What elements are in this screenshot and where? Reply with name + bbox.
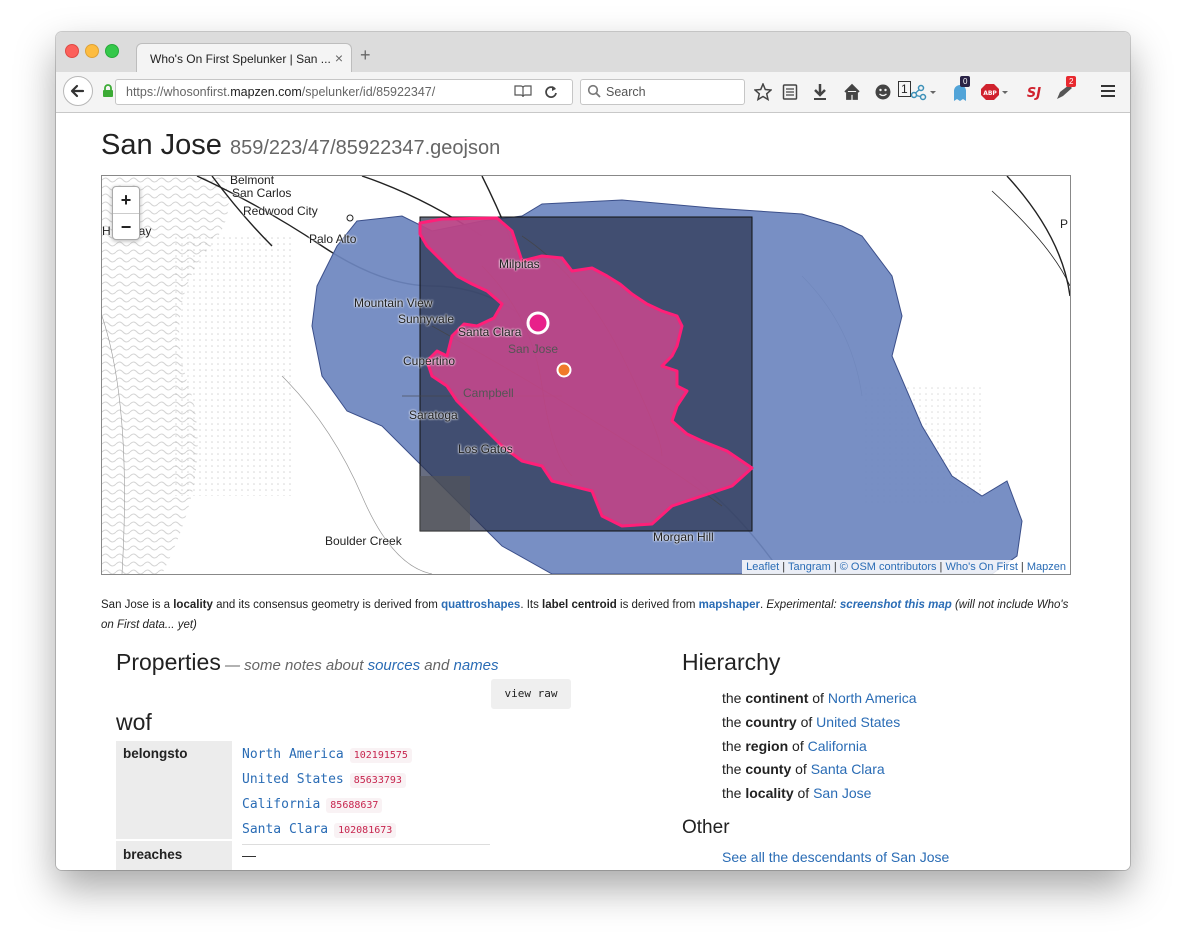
hierarchy-item: the locality of San Jose (722, 785, 872, 801)
close-tab-icon[interactable]: × (335, 50, 343, 66)
belongsto-item: United States 85633793 (242, 772, 406, 788)
map-canvas[interactable] (102, 176, 1070, 574)
wof-heading: wof (116, 709, 152, 735)
search-bar[interactable]: Search (580, 79, 745, 105)
hierarchy-link[interactable]: San Jose (813, 785, 871, 801)
map-label-santa-clara: Santa Clara (458, 325, 522, 339)
network-extension-icon[interactable] (909, 83, 939, 101)
label-centroid-marker[interactable] (556, 362, 572, 378)
geom-centroid-marker[interactable] (526, 311, 550, 335)
minimize-window-button[interactable] (85, 44, 99, 58)
map-view[interactable]: Belmont San Carlos Redwood City H on Bay… (101, 175, 1071, 575)
tab-title: Who's On First Spelunker | San ... (150, 52, 331, 66)
map-label-sunnyvale: Sunnyvale (398, 312, 455, 326)
close-window-button[interactable] (65, 44, 79, 58)
downloads-icon[interactable] (812, 83, 828, 101)
reader-view-icon[interactable] (514, 84, 532, 98)
screenshot-map-link[interactable]: screenshot this map (840, 599, 952, 611)
tangram-link[interactable]: Tangram (788, 561, 831, 573)
hierarchy-link[interactable]: United States (816, 714, 900, 730)
map-label-campbell: Campbell (463, 386, 514, 400)
hierarchy-item: the continent of North America (722, 690, 917, 706)
svg-text:ABP: ABP (983, 90, 997, 97)
belongsto-item: California 85688637 (242, 797, 383, 813)
ublock-badge: 0 (960, 76, 971, 87)
map-attribution: Leaflet | Tangram | © OSM contributors |… (742, 560, 1070, 574)
svg-text:SJ: SJ (1027, 86, 1041, 101)
lock-icon (103, 84, 113, 97)
hierarchy-link[interactable]: North America (828, 690, 917, 706)
hierarchy-item: the region of California (722, 738, 867, 754)
sj-extension-icon[interactable]: SJ (1025, 83, 1043, 101)
navigation-toolbar: https://whosonfirst.mapzen.com/spelunker… (56, 72, 1130, 113)
map-label-saratoga: Saratoga (409, 408, 458, 422)
search-placeholder: Search (606, 85, 646, 99)
prop-key-breaches: breaches (116, 841, 232, 870)
map-label-milpitas: Milpitas (499, 257, 540, 271)
emoji-extension-icon[interactable] (874, 83, 892, 101)
hierarchy-link[interactable]: Santa Clara (811, 761, 885, 777)
descendants-link[interactable]: See all the descendants of San Jose (722, 849, 949, 865)
tab-active[interactable]: Who's On First Spelunker | San ... × (136, 43, 352, 73)
map-label-los-gatos: Los Gatos (458, 442, 513, 456)
back-button[interactable] (63, 76, 93, 106)
names-link[interactable]: names (453, 657, 498, 674)
page-content: San Jose 859/223/47/85922347.geojson Bel… (56, 113, 1130, 870)
map-label-morgan-hill: Morgan Hill (653, 530, 714, 544)
map-label-mountain-view: Mountain View (354, 296, 433, 310)
zoom-control: + − (112, 186, 140, 240)
new-tab-icon[interactable]: + (360, 46, 371, 64)
other-heading: Other (682, 817, 730, 838)
hierarchy-heading: Hierarchy (682, 649, 781, 675)
browser-window: Who's On First Spelunker | San ... × + h… (56, 32, 1130, 870)
zoom-out-button[interactable]: − (113, 214, 139, 240)
bookmark-star-icon[interactable] (754, 83, 772, 101)
hamburger-menu-icon[interactable] (1100, 83, 1116, 99)
descendants-item: See all the descendants of San Jose (722, 849, 949, 865)
map-label-palo-alto: Palo Alto (309, 232, 357, 246)
quattroshapes-link[interactable]: quattroshapes (441, 599, 520, 611)
leaflet-link[interactable]: Leaflet (746, 561, 779, 573)
geojson-path[interactable]: 859/223/47/85922347.geojson (230, 137, 500, 159)
page-title: San Jose 859/223/47/85922347.geojson (101, 129, 501, 161)
url-text[interactable]: https://whosonfirst.mapzen.com/spelunker… (126, 85, 435, 99)
back-arrow-icon (70, 84, 85, 98)
intro-paragraph: San Jose is a locality and its consensus… (101, 599, 1069, 631)
reload-icon[interactable] (543, 84, 559, 100)
mapshaper-link[interactable]: mapshaper (699, 599, 760, 611)
osm-link[interactable]: © OSM contributors (840, 561, 937, 573)
map-label-cupertino: Cupertino (403, 354, 456, 368)
map-label-edge: P (1060, 217, 1069, 231)
adblock-plus-icon[interactable]: ABP (981, 83, 1011, 101)
hierarchy-item: the country of United States (722, 714, 901, 730)
map-label-san-jose: San Jose (508, 342, 559, 356)
mapzen-link[interactable]: Mapzen (1027, 561, 1066, 573)
view-raw-button[interactable]: view raw (491, 679, 571, 709)
belongsto-item: North America 102191575 (242, 747, 412, 763)
bbox-corner-shade (420, 476, 470, 531)
prop-key-belongsto: belongsto (116, 741, 232, 839)
wof-link[interactable]: Who's On First (945, 561, 1017, 573)
home-icon[interactable] (843, 83, 861, 101)
search-icon (587, 84, 601, 98)
breaches-value: — (242, 847, 256, 863)
notification-badge: 2 (1066, 76, 1077, 87)
place-dot-icon (346, 214, 354, 222)
row-divider (242, 844, 490, 845)
hierarchy-item: the county of Santa Clara (722, 761, 885, 777)
terrain-dots-west (172, 236, 292, 496)
map-label-boulder-creek: Boulder Creek (325, 534, 402, 548)
hierarchy-link[interactable]: California (808, 738, 867, 754)
url-bar[interactable]: https://whosonfirst.mapzen.com/spelunker… (103, 79, 573, 105)
reading-list-icon[interactable] (782, 83, 798, 101)
tab-strip: Who's On First Spelunker | San ... × + (56, 32, 1130, 73)
belongsto-item: Santa Clara 102081673 (242, 822, 397, 838)
maximize-window-button[interactable] (105, 44, 119, 58)
sources-link[interactable]: sources (368, 657, 421, 674)
zoom-in-button[interactable]: + (113, 187, 139, 214)
map-label-san-carlos: San Carlos (232, 186, 292, 200)
properties-heading: Properties — some notes about sources an… (116, 649, 499, 675)
map-label-redwood-city: Redwood City (243, 204, 318, 218)
